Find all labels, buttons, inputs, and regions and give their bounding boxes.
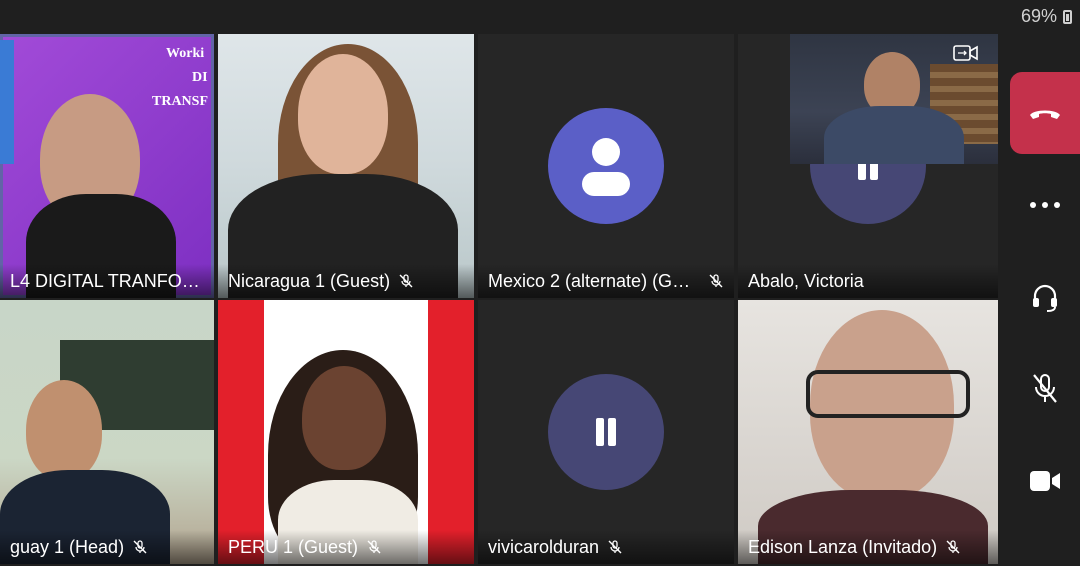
- participant-name-bar: guay 1 (Head): [0, 530, 214, 564]
- slide-text: DI: [192, 70, 208, 85]
- switch-camera-icon[interactable]: [952, 42, 980, 66]
- participant-tile[interactable]: Nicaragua 1 (Guest): [218, 34, 474, 298]
- participant-tile[interactable]: Mexico 2 (alternate) (Gue...: [478, 34, 734, 298]
- call-controls-rail: [1000, 34, 1080, 566]
- pause-icon: [596, 418, 616, 446]
- participant-name: Edison Lanza (Invitado): [748, 536, 938, 557]
- more-icon: [1030, 202, 1060, 208]
- battery-percent: 69%: [1020, 6, 1057, 26]
- slide-image: [0, 40, 14, 164]
- self-view-video[interactable]: [790, 34, 998, 164]
- battery-icon: [1063, 9, 1072, 24]
- mic-off-icon: [367, 540, 381, 554]
- participant-body: [824, 106, 964, 164]
- participant-name: Mexico 2 (alternate) (Gue...: [488, 270, 700, 291]
- participant-tile[interactable]: Worki DI TRANSF L4 DIGITAL TRANFORM...: [0, 34, 214, 298]
- video-icon: [1030, 471, 1060, 491]
- participant-face: [26, 380, 102, 480]
- mic-off-icon: [709, 274, 723, 288]
- teams-meeting-window: 69% Worki DI TRANSF L4 DIGITAL TRANFORM.…: [0, 0, 1080, 566]
- participant-name-bar: Edison Lanza (Invitado): [738, 530, 998, 564]
- avatar: [548, 108, 664, 224]
- participant-name-bar: PERU 1 (Guest): [218, 530, 474, 564]
- participant-name-bar: L4 DIGITAL TRANFORM...: [0, 264, 214, 298]
- slide-text: TRANSF: [152, 94, 209, 109]
- participant-name-bar: Mexico 2 (alternate) (Gue...: [478, 264, 734, 298]
- participant-name: Abalo, Victoria: [748, 270, 864, 291]
- mic-off-icon: [946, 540, 960, 554]
- participant-name-bar: Nicaragua 1 (Guest): [218, 264, 474, 298]
- more-options-button[interactable]: [1010, 164, 1080, 246]
- mute-button[interactable]: [1010, 348, 1080, 430]
- participant-tile[interactable]: guay 1 (Head): [0, 300, 214, 564]
- participant-name: vivicarolduran: [488, 536, 600, 557]
- participant-name-bar: vivicarolduran: [478, 530, 734, 564]
- slide-text: Worki: [166, 46, 205, 61]
- mic-off-icon: [399, 274, 413, 288]
- camera-button[interactable]: [1010, 440, 1080, 522]
- person-icon: [582, 138, 630, 196]
- mic-off-icon: [1033, 374, 1057, 403]
- audio-device-button[interactable]: [1010, 256, 1080, 338]
- participant-name-bar: Abalo, Victoria: [738, 264, 998, 298]
- participant-face: [298, 54, 388, 174]
- participant-name: guay 1 (Head): [10, 536, 125, 557]
- status-bar: 69%: [1021, 6, 1072, 27]
- hang-up-button[interactable]: [1010, 72, 1080, 154]
- mic-off-icon: [133, 540, 147, 554]
- participant-tile[interactable]: PERU 1 (Guest): [218, 300, 474, 564]
- glasses: [806, 370, 970, 418]
- participant-tile[interactable]: vivicarolduran: [478, 300, 734, 564]
- hang-up-icon: [1030, 110, 1060, 119]
- participant-name: Nicaragua 1 (Guest): [228, 270, 391, 291]
- participant-tile[interactable]: Edison Lanza (Invitado): [738, 300, 998, 564]
- headset-icon: [1033, 284, 1057, 312]
- avatar: [548, 374, 664, 490]
- participant-tile[interactable]: Abalo, Victoria: [738, 34, 998, 298]
- participant-face: [302, 366, 386, 470]
- participant-name: L4 DIGITAL TRANFORM...: [10, 270, 204, 291]
- mic-off-icon: [608, 540, 622, 554]
- participant-name: PERU 1 (Guest): [228, 536, 359, 557]
